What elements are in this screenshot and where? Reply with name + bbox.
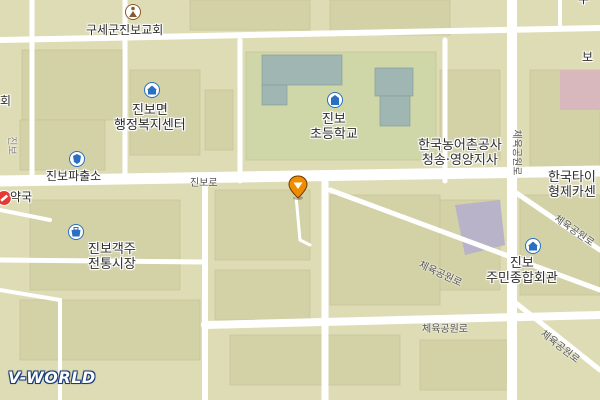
place-police-label: 진보파출소	[46, 169, 102, 183]
map-view[interactable]: 구세군진보교회 진보면 행정복지센터 진보 초등학교 진보파출소 약국 진보객주…	[0, 0, 600, 400]
road-label-main: 진보로	[190, 178, 218, 189]
place-tire-label: 한국타이 형제카센	[548, 170, 596, 200]
edge-left-mid-label: 진보	[5, 136, 17, 155]
place-welfare-center-label: 진보면 행정복지센터	[114, 103, 186, 133]
community-center-icon[interactable]	[525, 238, 541, 254]
police-icon[interactable]	[69, 151, 85, 167]
government-office-icon[interactable]	[144, 82, 160, 98]
road-label-park-1: 체육공원로	[510, 129, 522, 176]
vworld-logo: V-WORLD	[8, 368, 96, 387]
church-icon[interactable]	[125, 4, 141, 20]
place-church-label: 구세군진보교회	[86, 23, 164, 37]
place-agri-office-label: 한국농어촌공사 청송·영양지사	[418, 138, 502, 168]
place-market-label: 진보객주 전통시장	[88, 242, 136, 272]
place-pharmacy-label: 약국	[10, 190, 33, 204]
edge-top-far-right-label: 우	[578, 0, 589, 6]
road-label-park-3: 체육공원로	[422, 324, 468, 335]
edge-top-right-label: 보	[582, 50, 594, 64]
edge-top-left-label: 회	[0, 94, 12, 108]
place-school-label: 진보 초등학교	[310, 112, 358, 142]
location-pin-icon[interactable]	[287, 175, 309, 201]
market-icon[interactable]	[68, 224, 84, 240]
school-icon[interactable]	[327, 92, 343, 108]
place-community-center-label: 진보 주민종합회관	[486, 256, 558, 286]
